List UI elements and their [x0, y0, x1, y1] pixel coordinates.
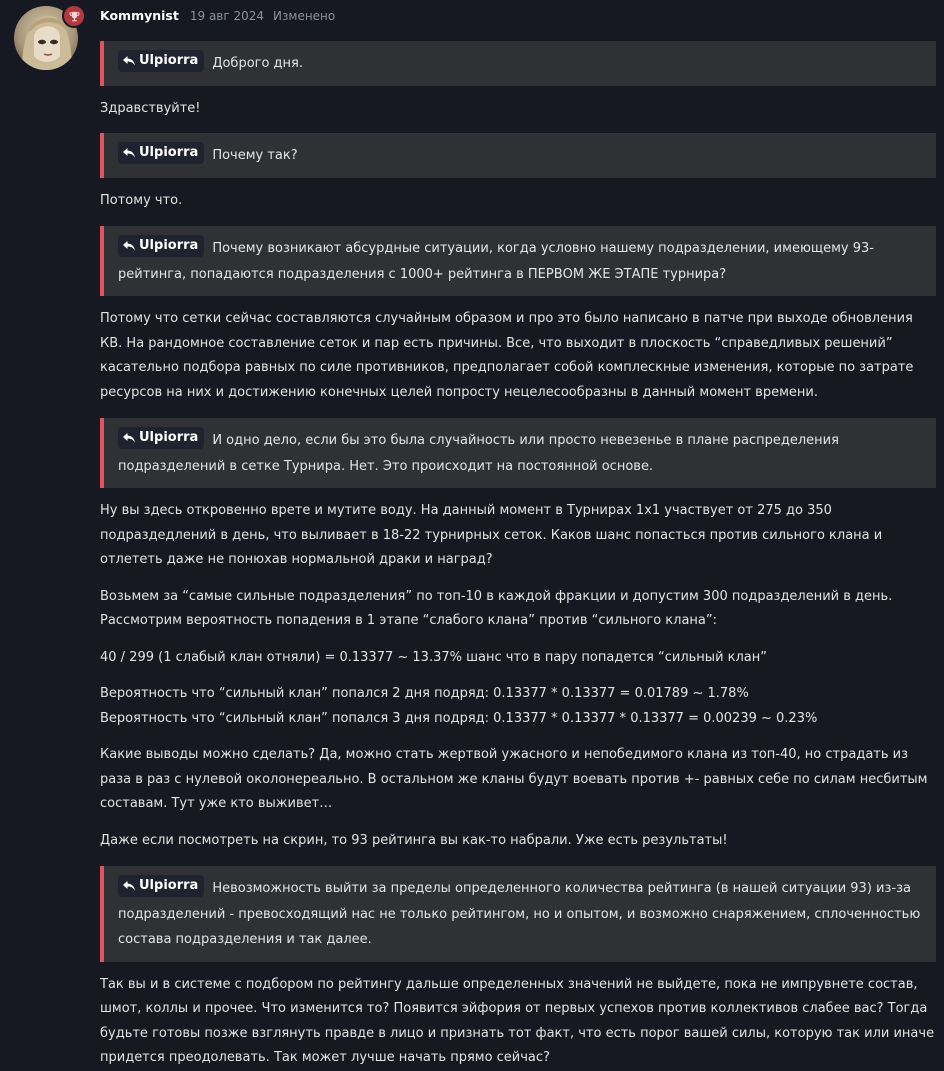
trophy-badge — [62, 4, 86, 28]
quote-block: Ulpiorra И одно дело, если бы это была с… — [100, 418, 936, 488]
reply-paragraph: Какие выводы можно сделать? Да, можно ст… — [100, 747, 928, 811]
reply-paragraph: Потому что. — [100, 192, 183, 208]
quote-author-button[interactable]: Ulpiorra — [118, 50, 205, 72]
edited-label[interactable]: Изменено — [273, 9, 335, 23]
reply-arrow-icon — [123, 433, 135, 443]
quote-block: Ulpiorra Доброго дня. — [100, 41, 936, 86]
quote-author-name: Ulpiorra — [139, 238, 199, 253]
quote-text: Почему так? — [212, 148, 298, 163]
quote-block: Ulpiorra Почему возникают абсурдные ситу… — [100, 226, 936, 296]
reply-arrow-icon — [123, 241, 135, 251]
quote-author-button[interactable]: Ulpiorra — [118, 235, 205, 257]
reply-paragraph: Даже если посмотреть на скрин, то 93 рей… — [100, 832, 728, 848]
author-name[interactable]: Kommynist — [100, 8, 179, 23]
quote-author-name: Ulpiorra — [139, 145, 199, 160]
trophy-icon — [68, 11, 80, 21]
probability-line-3-days: Вероятность что “сильный клан” попался 3… — [100, 710, 818, 726]
quote-text: Невозможность выйти за пределы определен… — [118, 881, 921, 947]
post-meta: Kommynist 19 авг 2024 Изменено — [100, 8, 936, 28]
reply-paragraph: Возьмем за “самые сильные подразделения”… — [100, 588, 893, 629]
reply-paragraph: Потому что сетки сейчас составляются слу… — [100, 311, 914, 400]
quote-author-name: Ulpiorra — [139, 53, 199, 68]
reply-paragraph: Так вы и в системе с подбором по рейтинг… — [100, 976, 935, 1066]
quote-author-name: Ulpiorra — [139, 430, 199, 445]
quote-block: Ulpiorra Невозможность выйти за пределы … — [100, 866, 936, 962]
reply-paragraph: 40 / 299 (1 слабый клан отняли) = 0.1337… — [100, 649, 768, 665]
reply-paragraph: Здравствуйте! — [100, 100, 201, 116]
quote-author-name: Ulpiorra — [139, 878, 199, 893]
quote-text: И одно дело, если бы это была случайност… — [118, 433, 839, 474]
author-avatar-wrap[interactable] — [14, 4, 86, 72]
quote-text: Доброго дня. — [212, 56, 304, 71]
quote-text: Почему возникают абсурдные ситуации, ког… — [118, 241, 874, 282]
quote-author-button[interactable]: Ulpiorra — [118, 427, 205, 449]
reply-arrow-icon — [123, 56, 135, 66]
quote-author-button[interactable]: Ulpiorra — [118, 875, 205, 897]
reply-arrow-icon — [123, 148, 135, 158]
quote-author-button[interactable]: Ulpiorra — [118, 142, 205, 164]
probability-line-2-days: Вероятность что “сильный клан” попался 2… — [100, 686, 749, 701]
probability-paragraph: Вероятность что “сильный клан” попался 2… — [100, 682, 936, 731]
reply-arrow-icon — [123, 881, 135, 891]
post-date[interactable]: 19 авг 2024 — [190, 9, 264, 23]
reply-paragraph: Ну вы здесь откровенно врете и мутите во… — [100, 503, 883, 567]
forum-post: Kommynist 19 авг 2024 Изменено Ulpiorra … — [100, 8, 936, 1071]
quote-block: Ulpiorra Почему так? — [100, 133, 936, 178]
